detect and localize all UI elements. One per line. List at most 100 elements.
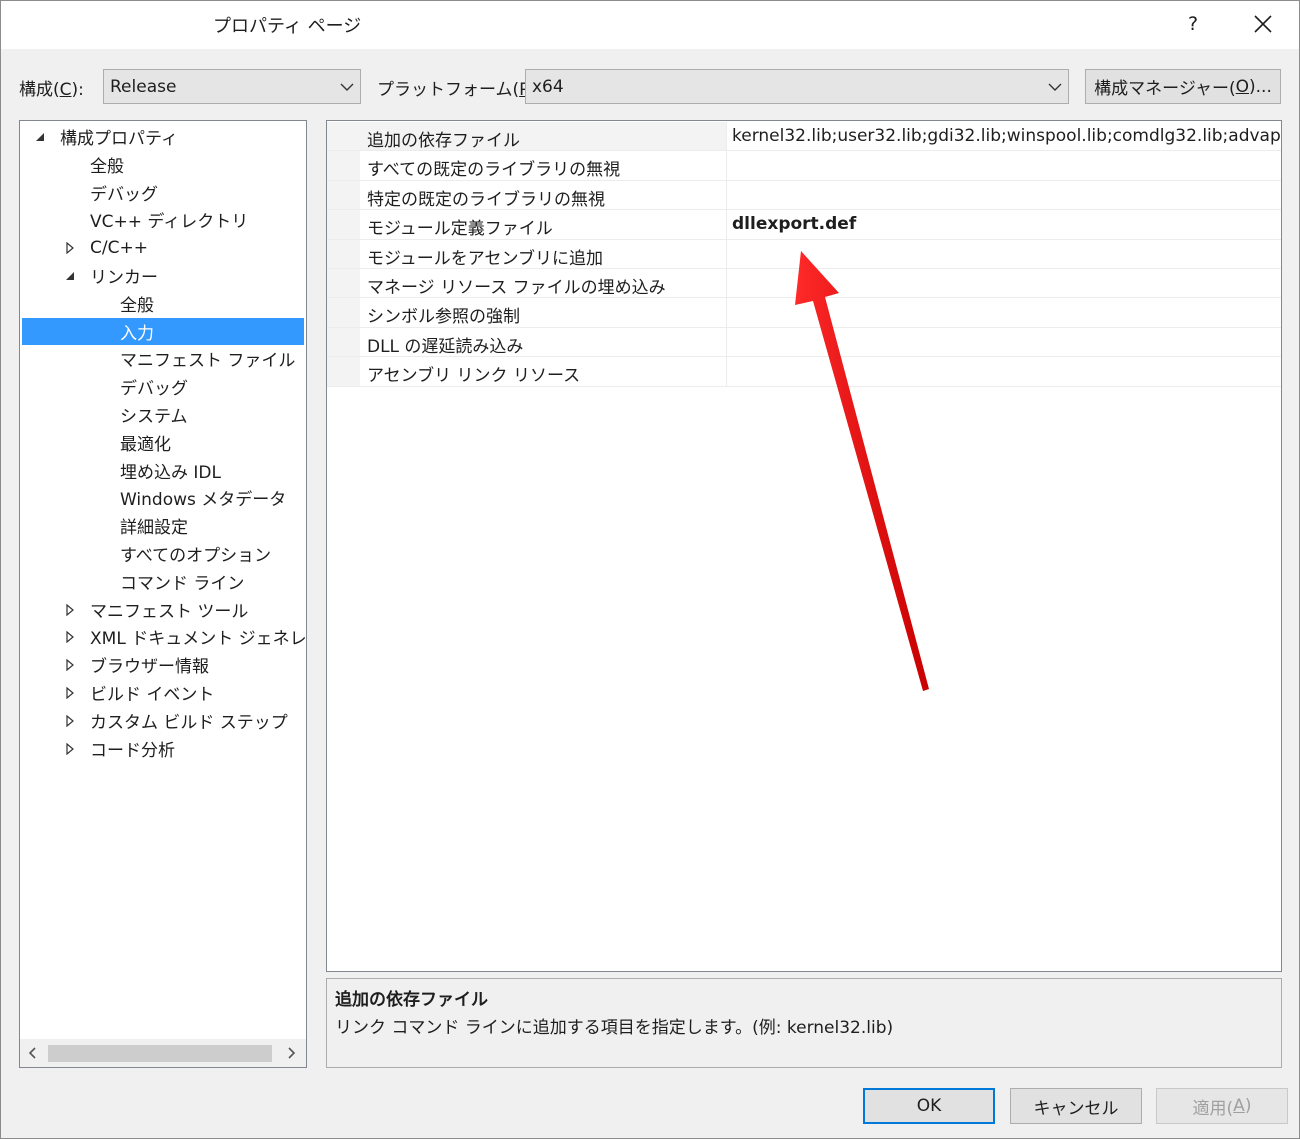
title-bar: プロパティ ページ ? xyxy=(1,1,1299,49)
chevron-down-icon xyxy=(1048,83,1062,91)
property-grid: 追加の依存ファイル kernel32.lib;user32.lib;gdi32.l… xyxy=(326,120,1282,972)
tree-item-label: デバッグ xyxy=(120,379,188,400)
property-name: DLL の遅延読み込み xyxy=(367,336,524,357)
property-row[interactable]: 特定の既定のライブラリの無視 xyxy=(327,180,1281,211)
tree-item-label: 詳細設定 xyxy=(120,518,188,539)
tree-item-label: すべてのオプション xyxy=(120,546,272,566)
property-name: 特定の既定のライブラリの無視 xyxy=(367,189,605,210)
collapsed-triangle-icon[interactable] xyxy=(64,742,76,755)
column-separator xyxy=(726,122,727,151)
property-row[interactable]: DLL の遅延読み込み xyxy=(327,327,1281,358)
tree-item-label: ビルド イベント xyxy=(90,685,215,705)
tree-item-label: マニフェスト ツール xyxy=(90,601,249,622)
property-name: モジュール定義ファイル xyxy=(367,219,553,240)
row-gutter xyxy=(327,122,360,151)
close-button[interactable] xyxy=(1241,5,1285,43)
row-gutter xyxy=(327,151,360,180)
tree-item-label: カスタム ビルド ステップ xyxy=(90,712,288,733)
tree-item[interactable]: 構成プロパティ xyxy=(22,123,304,150)
tree-item-label: XML ドキュメント ジェネレーター xyxy=(90,629,307,650)
column-separator xyxy=(726,357,727,386)
tree-item[interactable]: デバッグ xyxy=(22,179,304,206)
tree-item[interactable]: カスタム ビルド ステップ xyxy=(22,707,304,734)
tree-item[interactable]: マニフェスト ファイル xyxy=(22,345,304,372)
chevron-left-icon[interactable] xyxy=(26,1046,40,1060)
tree-item-label: ブラウザー情報 xyxy=(90,657,209,678)
tree-item[interactable]: コード分析 xyxy=(22,735,304,762)
platform-value: x64 xyxy=(532,77,564,97)
tree-item-label: 構成プロパティ xyxy=(60,129,178,149)
configuration-manager-button[interactable]: 構成マネージャー(O)... xyxy=(1085,69,1281,104)
ok-button[interactable]: OK xyxy=(863,1088,995,1124)
tree-item-label: 埋め込み IDL xyxy=(120,462,221,483)
description-panel: 追加の依存ファイル リンク コマンド ラインに追加する項目を指定します。(例: … xyxy=(326,978,1282,1068)
row-gutter xyxy=(327,210,360,239)
tree-item-label: システム xyxy=(120,407,188,427)
tree-item[interactable]: 入力 xyxy=(22,317,304,345)
tree-item[interactable]: すべてのオプション xyxy=(22,540,304,567)
tree-item[interactable]: 最適化 xyxy=(22,429,304,456)
configuration-value: Release xyxy=(110,77,177,97)
property-name: 追加の依存ファイル xyxy=(367,131,520,151)
row-gutter xyxy=(327,269,360,298)
property-name: マネージ リソース ファイルの埋め込み xyxy=(367,278,666,298)
property-row[interactable]: モジュール定義ファイル dllexport.def xyxy=(327,210,1281,240)
property-tree: 構成プロパティ 全般 デバッグ VC++ ディレクトリ C/C++ リンカー 全般 入力 マニフ… xyxy=(19,120,307,1068)
tree-item[interactable]: リンカー xyxy=(22,262,304,289)
property-row[interactable]: モジュールをアセンブリに追加 xyxy=(327,239,1281,269)
apply-button[interactable]: 適用(A) xyxy=(1156,1088,1288,1124)
tree-item[interactable]: ブラウザー情報 xyxy=(22,651,304,678)
expanded-triangle-icon[interactable] xyxy=(34,131,46,143)
property-row[interactable]: すべての既定のライブラリの無視 xyxy=(327,151,1281,181)
row-gutter xyxy=(327,357,360,386)
collapsed-triangle-icon[interactable] xyxy=(64,242,76,255)
tree-item[interactable]: 埋め込み IDL xyxy=(22,457,304,484)
configuration-dropdown[interactable]: Release xyxy=(103,69,361,104)
property-value[interactable]: kernel32.lib;user32.lib;gdi32.lib;winspo… xyxy=(732,126,1281,146)
horizontal-scrollbar[interactable] xyxy=(20,1039,306,1067)
tree-item[interactable]: ビルド イベント xyxy=(22,679,304,706)
tree-item[interactable]: システム xyxy=(22,401,304,428)
scrollbar-thumb[interactable] xyxy=(48,1045,272,1062)
tree-item[interactable]: XML ドキュメント ジェネレーター xyxy=(22,623,307,650)
tree-item[interactable]: Windows メタデータ xyxy=(22,484,304,511)
property-row[interactable]: アセンブリ リンク リソース xyxy=(327,357,1281,387)
tree-item[interactable]: C/C++ xyxy=(22,234,304,261)
help-icon: ? xyxy=(1187,13,1199,35)
platform-dropdown[interactable]: x64 xyxy=(525,69,1069,104)
tree-item[interactable]: 詳細設定 xyxy=(22,512,304,539)
tree-item[interactable]: マニフェスト ツール xyxy=(22,596,304,623)
collapsed-triangle-icon[interactable] xyxy=(64,659,76,672)
platform-label: プラットフォーム(P): xyxy=(377,80,542,100)
property-name: シンボル参照の強制 xyxy=(367,307,520,328)
expanded-triangle-icon[interactable] xyxy=(64,270,76,282)
collapsed-triangle-icon[interactable] xyxy=(64,687,76,699)
column-separator xyxy=(726,298,727,327)
chevron-down-icon xyxy=(340,83,354,91)
property-value[interactable]: dllexport.def xyxy=(732,214,856,234)
tree-item-label: 入力 xyxy=(120,323,154,344)
column-separator xyxy=(726,239,727,268)
column-separator xyxy=(726,327,727,357)
tree-item[interactable]: コマンド ライン xyxy=(22,568,304,595)
tree-item[interactable]: デバッグ xyxy=(22,373,304,400)
collapsed-triangle-icon[interactable] xyxy=(64,603,76,616)
row-gutter xyxy=(327,239,360,268)
tree-item-label: 全般 xyxy=(90,156,124,177)
row-gutter xyxy=(327,298,360,327)
window-title: プロパティ ページ xyxy=(213,16,362,37)
chevron-right-icon[interactable] xyxy=(284,1046,298,1060)
tree-item[interactable]: 全般 xyxy=(22,151,304,178)
property-row[interactable]: マネージ リソース ファイルの埋め込み xyxy=(327,269,1281,299)
tree-item[interactable]: 全般 xyxy=(22,290,304,317)
property-row[interactable]: シンボル参照の強制 xyxy=(327,298,1281,328)
column-separator xyxy=(726,210,727,239)
property-row[interactable]: 追加の依存ファイル kernel32.lib;user32.lib;gdi32.l… xyxy=(327,122,1281,152)
tree-item-label: デバッグ xyxy=(90,184,158,205)
collapsed-triangle-icon[interactable] xyxy=(64,714,76,727)
help-button[interactable]: ? xyxy=(1173,7,1213,41)
cancel-button[interactable]: キャンセル xyxy=(1010,1088,1142,1124)
collapsed-triangle-icon[interactable] xyxy=(64,631,76,644)
tree-item[interactable]: VC++ ディレクトリ xyxy=(22,206,304,233)
tree-item-label: マニフェスト ファイル xyxy=(120,351,296,372)
